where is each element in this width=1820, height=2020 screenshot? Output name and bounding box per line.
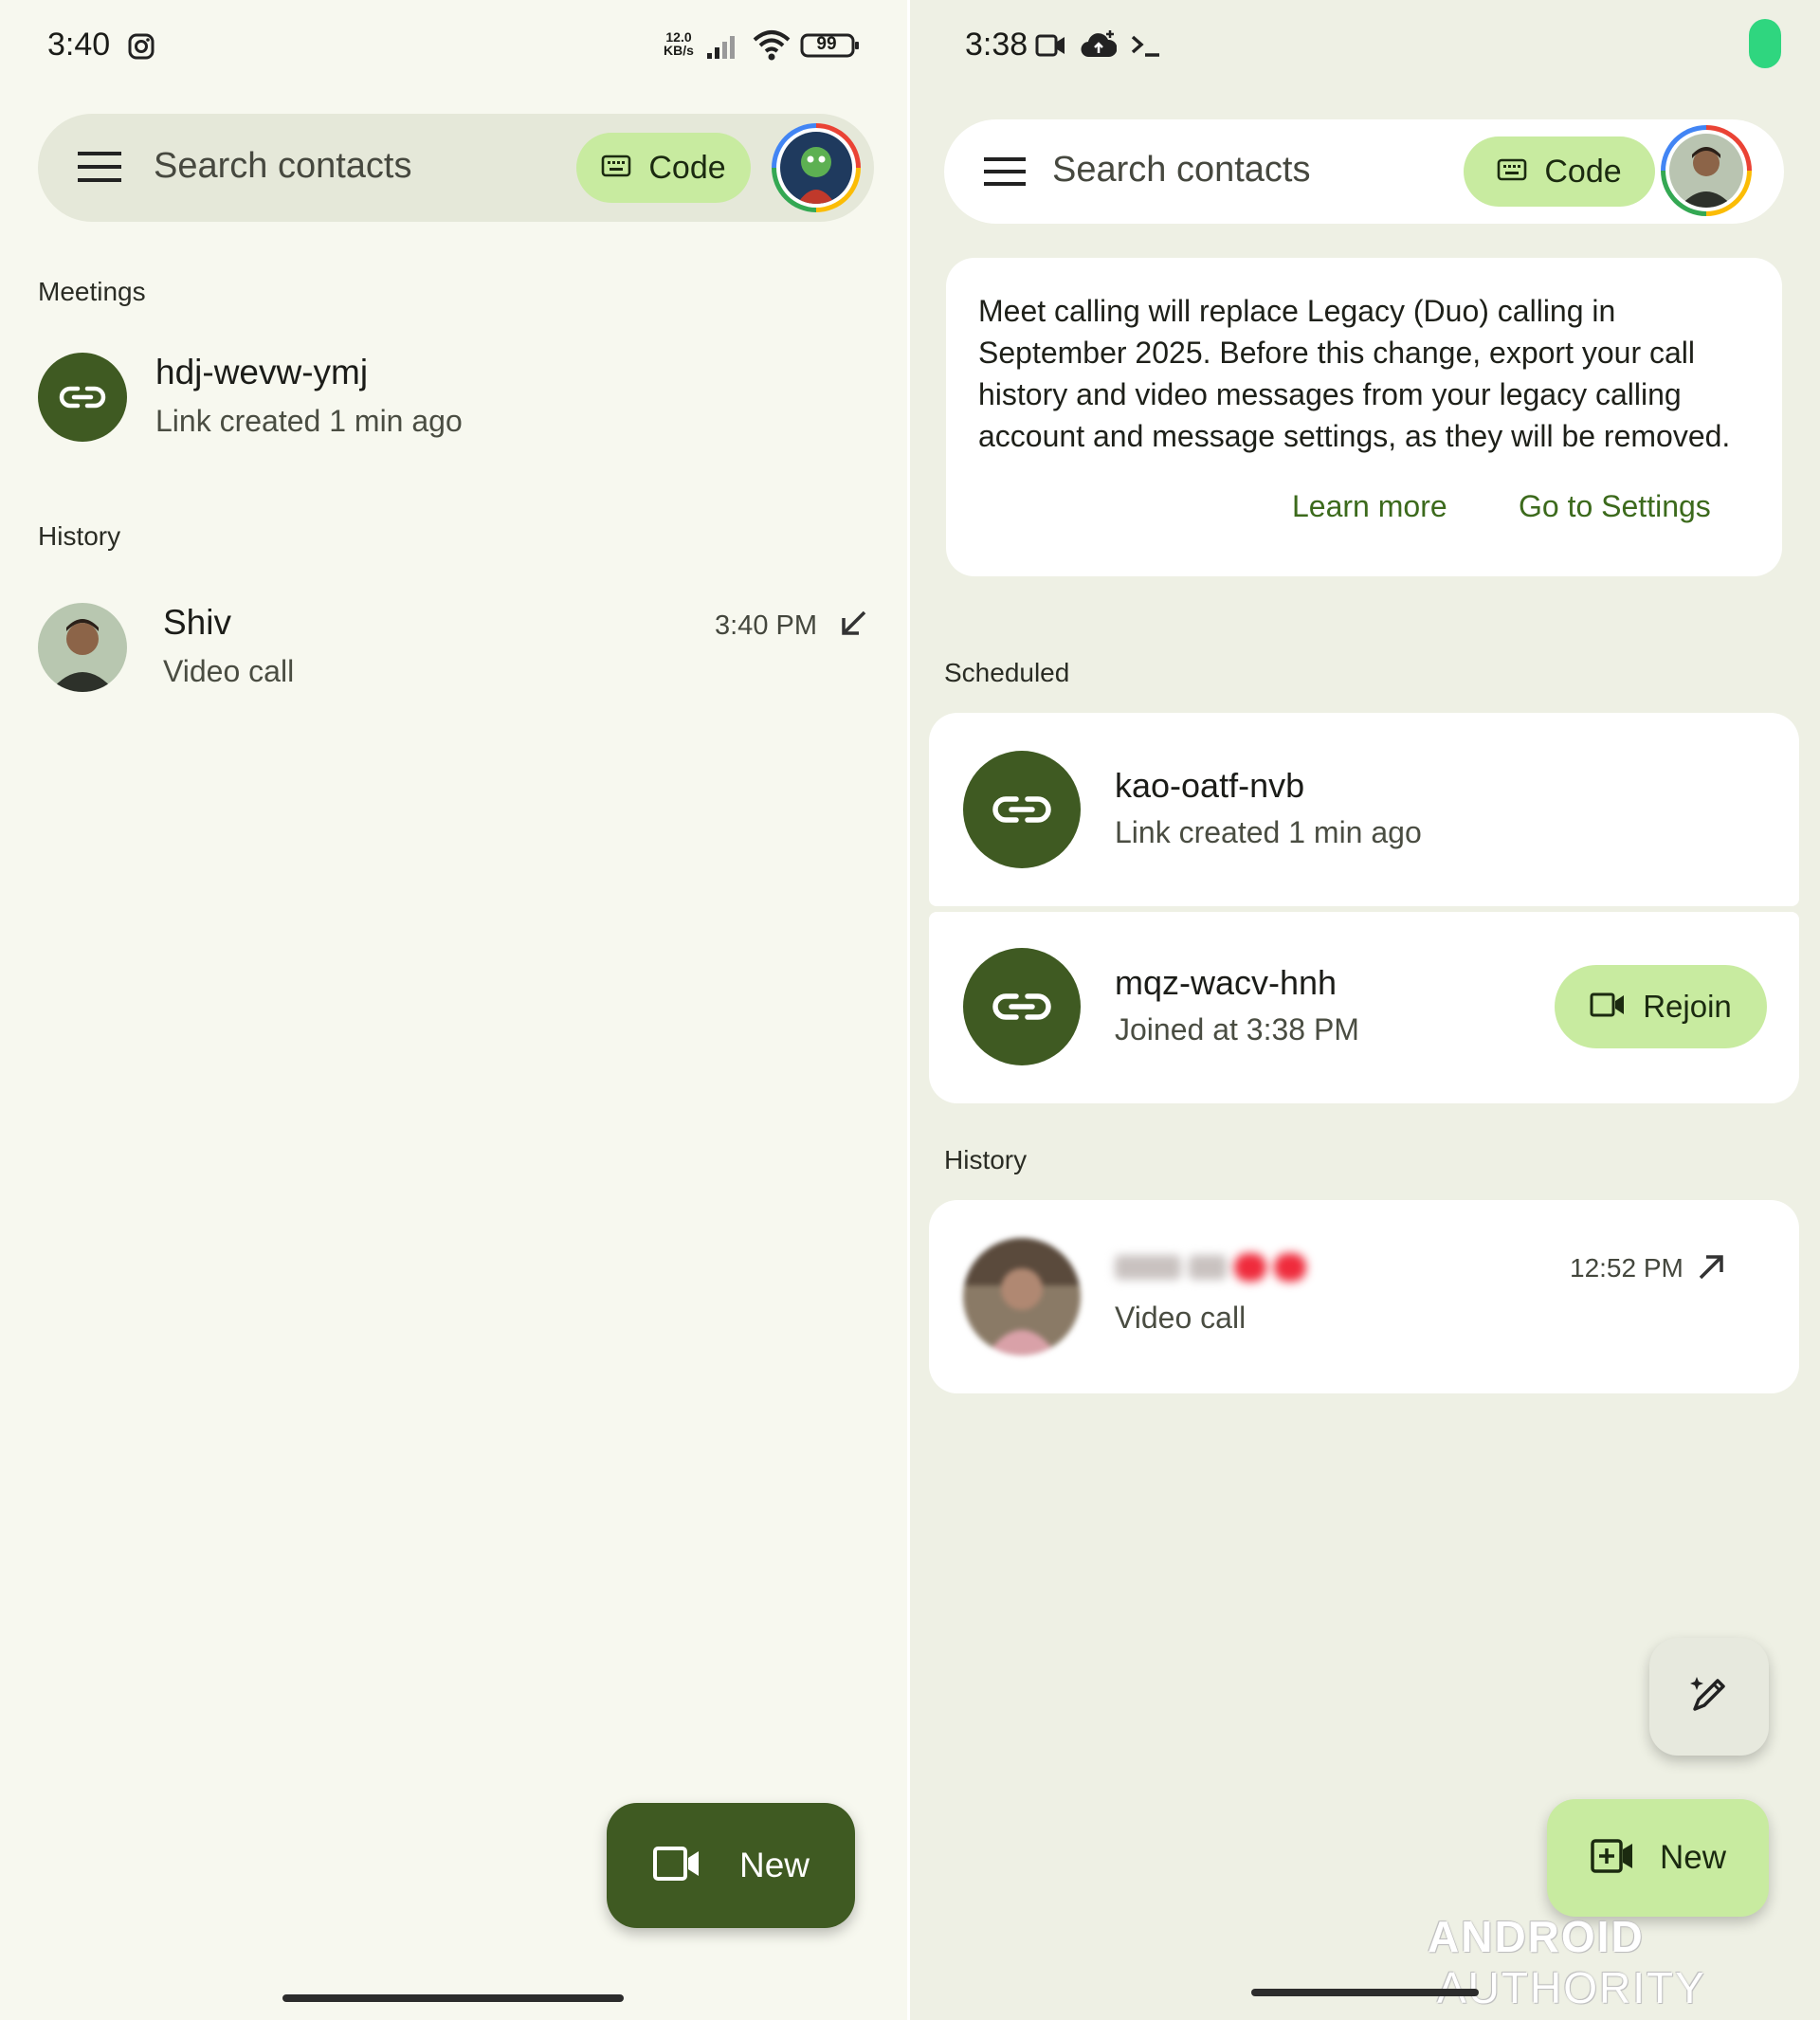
new-meeting-button[interactable]: New bbox=[1547, 1799, 1769, 1917]
terminal-icon bbox=[1130, 32, 1162, 64]
contact-avatar bbox=[38, 603, 127, 692]
avatar-image bbox=[1669, 134, 1743, 208]
meeting-subtitle: Link created 1 min ago bbox=[1115, 815, 1422, 849]
keyboard-icon bbox=[1497, 158, 1527, 186]
video-camera-icon bbox=[1590, 992, 1626, 1023]
call-made-icon bbox=[1697, 1251, 1727, 1286]
signal-icon bbox=[705, 32, 743, 65]
account-avatar[interactable] bbox=[772, 123, 861, 212]
video-status-icon bbox=[1035, 32, 1067, 64]
meetings-heading: Meetings bbox=[38, 277, 146, 306]
call-type: Video call bbox=[1115, 1301, 1247, 1335]
learn-more-link[interactable]: Learn more bbox=[1292, 489, 1447, 524]
code-label: Code bbox=[648, 149, 726, 186]
go-to-settings-button[interactable]: Go to Settings bbox=[1519, 489, 1711, 524]
meeting-subtitle: Joined at 3:38 PM bbox=[1115, 1012, 1359, 1046]
new-label: New bbox=[1659, 1839, 1727, 1876]
new-meeting-button[interactable]: New bbox=[607, 1803, 855, 1928]
history-item[interactable]: Video call 12:52 PM bbox=[929, 1200, 1799, 1393]
wifi-icon bbox=[751, 28, 792, 67]
code-button[interactable]: Code bbox=[1464, 136, 1655, 207]
code-button[interactable]: Code bbox=[576, 133, 751, 203]
gesture-handle bbox=[282, 1994, 624, 2002]
search-bar[interactable]: Search contacts Code bbox=[38, 114, 874, 222]
scheduled-item[interactable]: mqz-wacv-hnh Joined at 3:38 PM Rejoin bbox=[929, 912, 1799, 1103]
keyboard-icon bbox=[601, 155, 631, 182]
rejoin-button[interactable]: Rejoin bbox=[1555, 965, 1767, 1048]
call-time: 3:40 PM bbox=[715, 610, 817, 641]
instagram-icon bbox=[127, 32, 155, 65]
compose-button[interactable] bbox=[1649, 1638, 1769, 1756]
link-icon bbox=[38, 353, 127, 442]
cloud-upload-icon bbox=[1081, 28, 1118, 65]
rejoin-label: Rejoin bbox=[1643, 989, 1732, 1024]
new-label: New bbox=[738, 1846, 810, 1884]
gesture-handle bbox=[1251, 1989, 1479, 1996]
scheduled-heading: Scheduled bbox=[944, 658, 1070, 687]
link-icon bbox=[963, 948, 1081, 1065]
history-heading: History bbox=[944, 1145, 1028, 1174]
call-received-icon bbox=[838, 609, 868, 644]
watermark: ANDROID AUTHORITY bbox=[1428, 1912, 1706, 2012]
meeting-code: mqz-wacv-hnh bbox=[1115, 963, 1338, 1002]
contact-name: Shiv bbox=[163, 603, 231, 642]
account-avatar[interactable] bbox=[1661, 125, 1752, 216]
contact-avatar-blurred bbox=[963, 1238, 1081, 1356]
call-time: 12:52 PM bbox=[1570, 1253, 1684, 1283]
left-screen: 3:40 12.0 KB/s 99 Search contacts Code M… bbox=[0, 0, 910, 2020]
contact-name-redacted bbox=[1115, 1253, 1306, 1282]
meeting-item[interactable]: hdj-wevw-ymj Link created 1 min ago bbox=[0, 341, 910, 455]
network-speed: 12.0 KB/s bbox=[664, 29, 694, 58]
meeting-subtitle: Link created 1 min ago bbox=[155, 404, 463, 438]
legacy-calling-notice: Meet calling will replace Legacy (Duo) c… bbox=[946, 258, 1782, 576]
search-bar[interactable]: Search contacts Code bbox=[944, 119, 1784, 224]
search-input[interactable]: Search contacts bbox=[1052, 150, 1310, 191]
menu-icon[interactable] bbox=[78, 150, 121, 189]
video-camera-icon bbox=[652, 1846, 701, 1886]
right-screen: 3:38 Search contacts Code Meet calling w… bbox=[910, 0, 1820, 2020]
status-time: 3:40 bbox=[47, 27, 111, 63]
notice-text: Meet calling will replace Legacy (Duo) c… bbox=[978, 294, 1731, 453]
edit-sparkle-icon bbox=[1687, 1673, 1731, 1721]
history-item[interactable]: Shiv Video call 3:40 PM bbox=[0, 591, 910, 705]
call-type: Video call bbox=[163, 654, 295, 688]
link-icon bbox=[963, 751, 1081, 868]
battery-level: 99 bbox=[816, 34, 837, 54]
video-add-icon bbox=[1590, 1838, 1635, 1879]
meeting-code: hdj-wevw-ymj bbox=[155, 353, 369, 391]
menu-icon[interactable] bbox=[984, 155, 1026, 192]
privacy-indicator bbox=[1749, 19, 1781, 68]
meeting-code: kao-oatf-nvb bbox=[1115, 766, 1305, 805]
search-input[interactable]: Search contacts bbox=[154, 146, 411, 187]
status-time: 3:38 bbox=[965, 27, 1028, 63]
code-label: Code bbox=[1544, 153, 1622, 190]
history-heading: History bbox=[38, 521, 121, 551]
avatar-image bbox=[780, 132, 852, 204]
scheduled-item[interactable]: kao-oatf-nvb Link created 1 min ago bbox=[929, 713, 1799, 906]
